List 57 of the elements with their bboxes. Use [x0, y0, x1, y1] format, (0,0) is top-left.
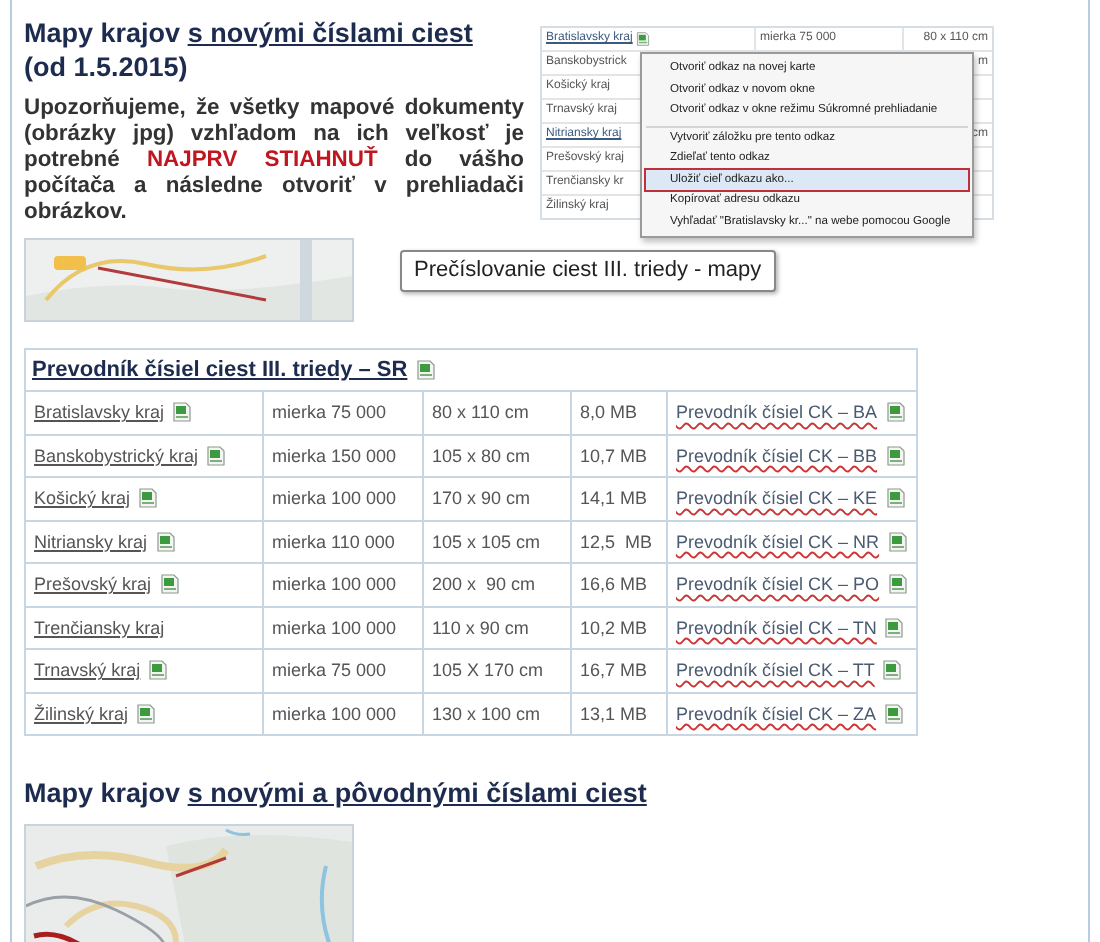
region-link[interactable]: Žilinský kraj	[34, 703, 129, 724]
file-icon	[885, 488, 906, 509]
converter-link[interactable]: Prevodník čísiel CK – NR	[676, 531, 880, 552]
table-cell: mierka 100 000	[272, 574, 397, 595]
file-icon	[885, 402, 906, 423]
table-cell: 110 x 90 cm	[432, 617, 529, 638]
table-cell: 200 x 90 cm	[432, 574, 536, 595]
converter-link[interactable]: Prevodník čísiel CK – BA	[676, 402, 878, 423]
table-cell: mierka 75 000	[272, 402, 387, 423]
table-cell: 105 x 105 cm	[432, 531, 541, 552]
heading-link[interactable]: s novými a pôvodnými číslami ciest	[187, 778, 647, 808]
table-cell: 130 x 100 cm	[432, 703, 541, 724]
table-cell: 12,5 MB	[580, 531, 653, 552]
region-link[interactable]: Košický kraj	[34, 488, 131, 509]
table-cell: 170 x 90 cm	[432, 488, 531, 509]
converter-link[interactable]: Prevodník čísiel CK – KE	[676, 488, 878, 509]
table-cell: mierka 110 000	[272, 531, 395, 552]
file-icon	[884, 617, 905, 638]
notice-paragraph: Upozorňujeme, že všetky mapové dokumenty (obrázky jpg) vzhľadom na ich veľkosť je potrebné NAJPRV STIAHNUŤ do vášho počítača a následne otvoriť v prehliadači obrázkov.	[24, 96, 524, 226]
heading-text: Mapy krajov	[24, 778, 183, 808]
converter-link[interactable]: Prevodník čísiel CK – TT	[676, 660, 875, 681]
file-icon	[887, 531, 908, 552]
table-cell: mierka 150 000	[272, 445, 397, 466]
file-icon	[884, 703, 905, 724]
region-link[interactable]: Banskobystrický kraj	[34, 445, 199, 466]
table-cell: 10,7 MB	[580, 445, 648, 466]
region-link[interactable]: Prešovský kraj	[34, 574, 152, 595]
table-cell: mierka 100 000	[272, 617, 397, 638]
file-icon	[882, 660, 903, 681]
heading-link[interactable]: s novými číslami ciest	[187, 18, 473, 48]
file-icon	[415, 360, 436, 380]
table-cell: mierka 100 000	[272, 703, 397, 724]
heading-text: Mapy krajov	[24, 18, 183, 48]
converter-link[interactable]: Prevodník čísiel CK – TN	[676, 617, 877, 638]
tooltip: Prečíslovanie ciest III. triedy - mapy	[400, 250, 776, 292]
region-link[interactable]: Trnavský kraj	[34, 660, 141, 681]
converter-link[interactable]: Prevodník čísiel CK – PO	[676, 574, 880, 595]
converter-link[interactable]: Prevodník čísiel CK – ZA	[676, 703, 877, 724]
table-cell: 10,2 MB	[580, 617, 648, 638]
table-cell: 105 X 170 cm	[432, 660, 544, 681]
table-cell: 80 x 110 cm	[432, 402, 529, 423]
table-cell: 8,0 MB	[580, 402, 638, 423]
table-cell: 13,1 MB	[580, 703, 648, 724]
heading-date: (od 1.5.2015)	[24, 50, 190, 84]
table-cell: 105 x 80 cm	[432, 445, 531, 466]
region-link[interactable]: Bratislavsky kraj	[34, 402, 165, 423]
table-cell: mierka 75 000	[272, 660, 387, 681]
region-link[interactable]: Trenčiansky kraj	[34, 617, 165, 638]
table-title-link[interactable]: Prevodník čísiel ciest III. triedy – SR	[32, 358, 408, 382]
table-cell: 16,6 MB	[580, 574, 648, 595]
file-icon	[887, 574, 908, 595]
file-icon	[885, 445, 906, 466]
table-cell: mierka 100 000	[272, 488, 397, 509]
converter-link[interactable]: Prevodník čísiel CK – BB	[676, 445, 878, 466]
region-link[interactable]: Nitriansky kraj	[34, 531, 148, 552]
table-cell: 14,1 MB	[580, 488, 648, 509]
table-cell: 16,7 MB	[580, 660, 648, 681]
